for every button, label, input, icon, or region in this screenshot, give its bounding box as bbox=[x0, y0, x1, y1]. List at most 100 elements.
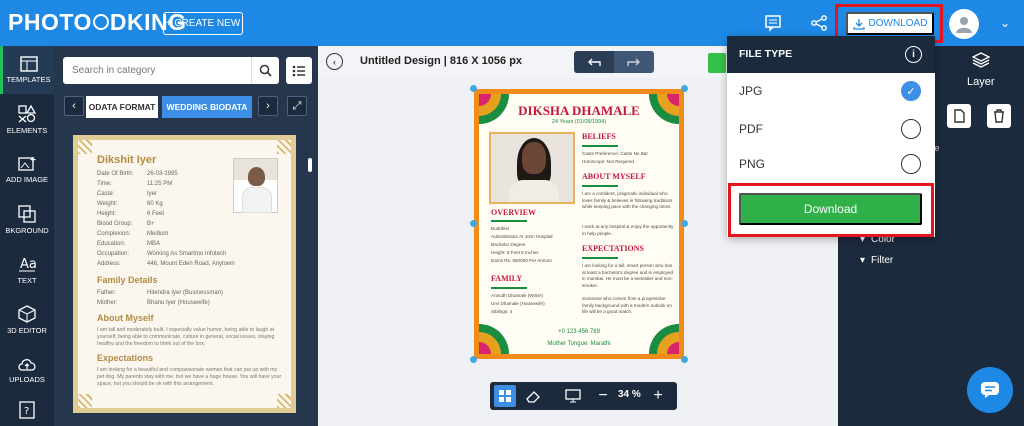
list-view-button[interactable] bbox=[286, 57, 312, 84]
nav-uploads[interactable]: UPLOADS bbox=[0, 346, 54, 394]
back-icon[interactable]: ‹ bbox=[326, 53, 343, 70]
resize-handle[interactable] bbox=[470, 356, 477, 363]
thumb-row: Height: 6 Feet bbox=[97, 211, 165, 217]
avatar[interactable] bbox=[949, 9, 979, 39]
thumb-row: Address: 446, Mount Eden Road, Anytown bbox=[97, 261, 235, 267]
nav-add-image[interactable]: ADD IMAGE bbox=[0, 146, 54, 194]
overview-line: Earns Rs. 550000 Per Annum bbox=[491, 258, 552, 263]
document-title[interactable]: Untitled Design | 816 X 1056 px bbox=[360, 55, 522, 67]
undo-button[interactable] bbox=[574, 51, 614, 73]
list-icon bbox=[292, 65, 305, 76]
chat-icon bbox=[981, 382, 999, 398]
copy-icon bbox=[954, 109, 965, 123]
chevron-right-icon[interactable]: › bbox=[258, 96, 278, 116]
uploads-icon bbox=[18, 359, 36, 371]
info-icon[interactable]: i bbox=[905, 46, 922, 63]
nav-elements[interactable]: ELEMENTS bbox=[0, 96, 54, 144]
create-new-button[interactable]: + CREATE NEW bbox=[163, 12, 243, 35]
tab-biodata-format[interactable]: ODATA FORMAT bbox=[86, 96, 158, 118]
divider bbox=[582, 145, 618, 147]
resize-handle[interactable] bbox=[681, 220, 688, 227]
duplicate-button[interactable] bbox=[947, 104, 971, 128]
layer-tab[interactable]: Layer bbox=[967, 76, 995, 88]
nav-label: UPLOADS bbox=[9, 375, 45, 384]
expect-text-2: Someone who comes from a progressive fam… bbox=[582, 296, 672, 315]
thumb-row: Mother: Bhanu Iyer (Housewife) bbox=[97, 300, 210, 306]
family-title: FAMILY bbox=[491, 274, 523, 283]
3d-editor-icon bbox=[18, 305, 36, 323]
search-button[interactable] bbox=[251, 57, 279, 84]
logo-text: PHOTO bbox=[8, 8, 92, 35]
delete-button[interactable] bbox=[987, 104, 1011, 128]
nav-label: BKGROUND bbox=[5, 226, 49, 235]
beliefs-title: BELIEFS bbox=[582, 132, 616, 141]
redo-button[interactable] bbox=[614, 51, 654, 73]
text-icon: Aa bbox=[19, 257, 36, 272]
tab-wedding-biodata[interactable]: WEDDING BIODATA bbox=[162, 96, 252, 118]
trash-icon bbox=[994, 109, 1004, 123]
option-pdf[interactable]: PDF bbox=[739, 122, 763, 136]
nav-3d-editor[interactable]: 3D EDITOR bbox=[0, 296, 54, 344]
background-icon bbox=[18, 205, 36, 223]
svg-text:?: ? bbox=[24, 406, 29, 417]
scrollbar[interactable] bbox=[308, 158, 312, 172]
present-icon[interactable] bbox=[562, 385, 584, 407]
resize-handle[interactable] bbox=[470, 85, 477, 92]
svg-text:Aa: Aa bbox=[20, 257, 36, 272]
about-title: ABOUT MYSELF bbox=[582, 172, 646, 181]
design-name: DIKSHA DHAMALE bbox=[518, 103, 640, 118]
thumb-expect-text: I am looking for a beautiful and compass… bbox=[97, 367, 282, 388]
option-jpg[interactable]: JPG bbox=[739, 84, 762, 98]
radio-jpg[interactable]: ✓ bbox=[901, 81, 921, 101]
beliefs-line: Horoscope: Not Required bbox=[582, 159, 634, 164]
zoom-level: 34 % bbox=[618, 389, 641, 400]
thumb-name: Dikshit Iyer bbox=[97, 154, 157, 166]
thumb-row: Time: 11:25 PM bbox=[97, 181, 173, 187]
app-logo[interactable]: PHOTO DKING bbox=[8, 9, 187, 35]
eraser-icon[interactable] bbox=[522, 385, 544, 407]
share-icon[interactable] bbox=[806, 10, 832, 36]
resize-handle[interactable] bbox=[681, 356, 688, 363]
grid-view-icon[interactable] bbox=[494, 385, 516, 407]
thumb-row: Education: MBA bbox=[97, 241, 161, 247]
expand-icon[interactable]: ⤢ bbox=[287, 96, 307, 116]
filter-label: Filter bbox=[871, 255, 894, 266]
filter-section[interactable]: ▾ Filter bbox=[860, 255, 893, 266]
search-input[interactable]: Search in category bbox=[63, 57, 251, 84]
divider bbox=[582, 257, 618, 259]
crown-icon bbox=[92, 14, 109, 30]
zoom-out-icon[interactable]: − bbox=[592, 385, 614, 407]
thumb-photo bbox=[233, 158, 278, 213]
nav-text[interactable]: Aa TEXT bbox=[0, 246, 54, 294]
family-line: Urvi Dhamale (Housewife) bbox=[491, 301, 545, 306]
layers-icon[interactable] bbox=[971, 52, 991, 73]
undo-icon bbox=[588, 58, 601, 66]
nav-background[interactable]: BKGROUND bbox=[0, 196, 54, 244]
resize-handle[interactable] bbox=[470, 220, 477, 227]
design-canvas[interactable]: DIKSHA DHAMALE 24 Years (01/09/1994) BEL… bbox=[470, 85, 688, 363]
nav-help[interactable]: ? bbox=[0, 396, 54, 426]
chevron-down-icon[interactable]: ⌄ bbox=[1000, 16, 1010, 30]
save-button[interactable] bbox=[708, 53, 726, 73]
help-icon: ? bbox=[19, 400, 35, 419]
thumb-expect-title: Expectations bbox=[97, 353, 154, 363]
divider bbox=[491, 287, 527, 289]
comment-icon[interactable] bbox=[760, 10, 786, 36]
radio-pdf[interactable] bbox=[901, 119, 921, 139]
radio-png[interactable] bbox=[901, 154, 921, 174]
nav-templates[interactable]: TEMPLATES bbox=[0, 46, 54, 94]
design-age: 24 Years (01/09/1994) bbox=[551, 119, 607, 125]
design-phone: +0 123 456 789 bbox=[558, 329, 600, 335]
zoom-in-icon[interactable]: + bbox=[647, 385, 669, 407]
resize-handle[interactable] bbox=[681, 85, 688, 92]
chevron-left-icon[interactable]: ‹ bbox=[64, 96, 84, 116]
option-png[interactable]: PNG bbox=[739, 157, 765, 171]
caret-down-icon: ▾ bbox=[860, 255, 866, 266]
thumb-row: Complexion: Medium bbox=[97, 231, 169, 237]
add-image-icon bbox=[18, 157, 36, 171]
chat-button[interactable] bbox=[967, 367, 1013, 413]
template-thumbnail[interactable]: Dikshit Iyer Date Of Birth: 26-03-1995 Ti… bbox=[73, 135, 296, 413]
nav-label: TEXT bbox=[17, 276, 37, 285]
redo-icon bbox=[627, 58, 640, 66]
thumb-about-text: I am tall and moderately built. I especi… bbox=[97, 327, 275, 348]
